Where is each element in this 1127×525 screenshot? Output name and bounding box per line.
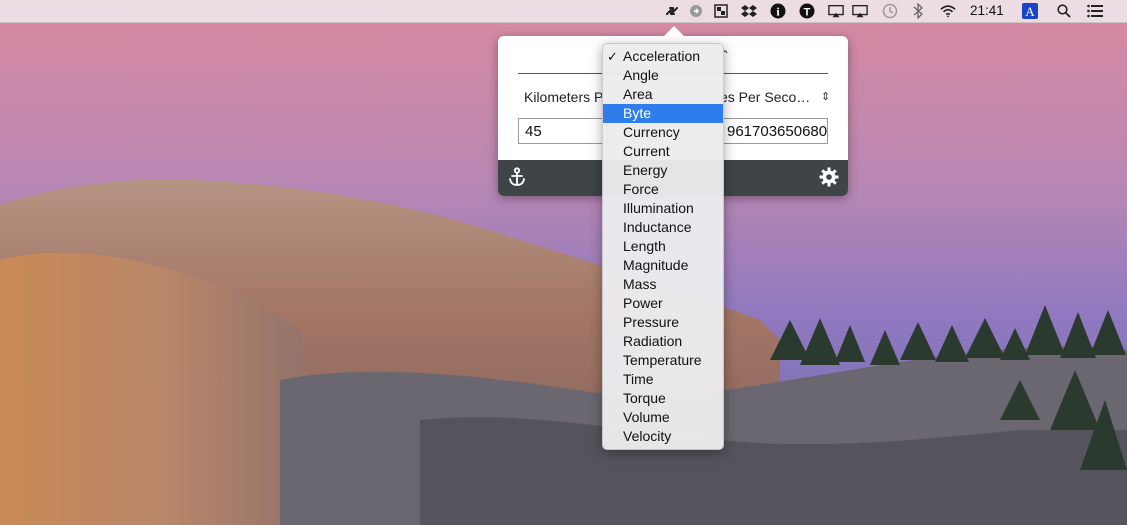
menu-item-length[interactable]: Length: [603, 237, 723, 256]
spotlight-icon[interactable]: [1056, 3, 1072, 19]
menu-item-currency[interactable]: Currency: [603, 123, 723, 142]
menu-item-illumination[interactable]: Illumination: [603, 199, 723, 218]
menubar-clock[interactable]: 21:41: [970, 3, 1004, 18]
menu-item-pressure[interactable]: Pressure: [603, 313, 723, 332]
menu-item-current[interactable]: Current: [603, 142, 723, 161]
airplay-mirror-icon[interactable]: [852, 3, 868, 19]
category-dropdown-menu: ✓ Acceleration Angle Area Byte Currency …: [602, 43, 724, 450]
unit-converter-icon[interactable]: [664, 3, 680, 19]
from-unit-label: Kilometers P: [524, 89, 604, 105]
menu-bar: i T 21:41 A: [0, 0, 1127, 23]
menu-item-time[interactable]: Time: [603, 370, 723, 389]
checkmark-icon: ✓: [607, 49, 618, 64]
from-value-field[interactable]: 45: [518, 118, 608, 144]
menu-item-power[interactable]: Power: [603, 294, 723, 313]
airplay-icon[interactable]: [828, 3, 844, 19]
menu-item-velocity[interactable]: Velocity: [603, 427, 723, 446]
menu-item-acceleration[interactable]: ✓ Acceleration: [603, 47, 723, 66]
to-unit-select[interactable]: es Per Seco…: [720, 89, 810, 105]
menu-item-mass[interactable]: Mass: [603, 275, 723, 294]
to-value-field[interactable]: 961703650680: [720, 118, 828, 144]
input-source-icon[interactable]: A: [1022, 3, 1038, 19]
bluetooth-icon[interactable]: [910, 3, 926, 19]
menu-item-area[interactable]: Area: [603, 85, 723, 104]
wifi-icon[interactable]: [940, 3, 956, 19]
menu-item-energy[interactable]: Energy: [603, 161, 723, 180]
menu-item-inductance[interactable]: Inductance: [603, 218, 723, 237]
gray-circle-icon[interactable]: [688, 3, 704, 19]
anchor-icon[interactable]: [506, 166, 528, 188]
from-unit-select[interactable]: Kilometers P: [524, 89, 603, 105]
chevron-updown-icon[interactable]: ⇕: [821, 90, 830, 103]
hex-grid-icon[interactable]: [713, 3, 729, 19]
t-icon[interactable]: T: [799, 3, 815, 19]
popover-arrow: [664, 26, 684, 36]
time-machine-icon[interactable]: [882, 3, 898, 19]
input-source-letter: A: [1025, 4, 1035, 19]
notification-center-icon[interactable]: [1087, 3, 1103, 19]
menu-item-radiation[interactable]: Radiation: [603, 332, 723, 351]
gear-icon[interactable]: [818, 166, 840, 188]
menu-item-volume[interactable]: Volume: [603, 408, 723, 427]
menu-item-temperature[interactable]: Temperature: [603, 351, 723, 370]
info-icon[interactable]: i: [770, 3, 786, 19]
menu-item-force[interactable]: Force: [603, 180, 723, 199]
menu-item-torque[interactable]: Torque: [603, 389, 723, 408]
dropbox-icon[interactable]: [741, 3, 757, 19]
to-unit-label: es Per Seco…: [720, 89, 811, 105]
menu-item-angle[interactable]: Angle: [603, 66, 723, 85]
menu-item-byte[interactable]: Byte: [603, 104, 723, 123]
t-letter: T: [804, 7, 811, 19]
menu-item-magnitude[interactable]: Magnitude: [603, 256, 723, 275]
